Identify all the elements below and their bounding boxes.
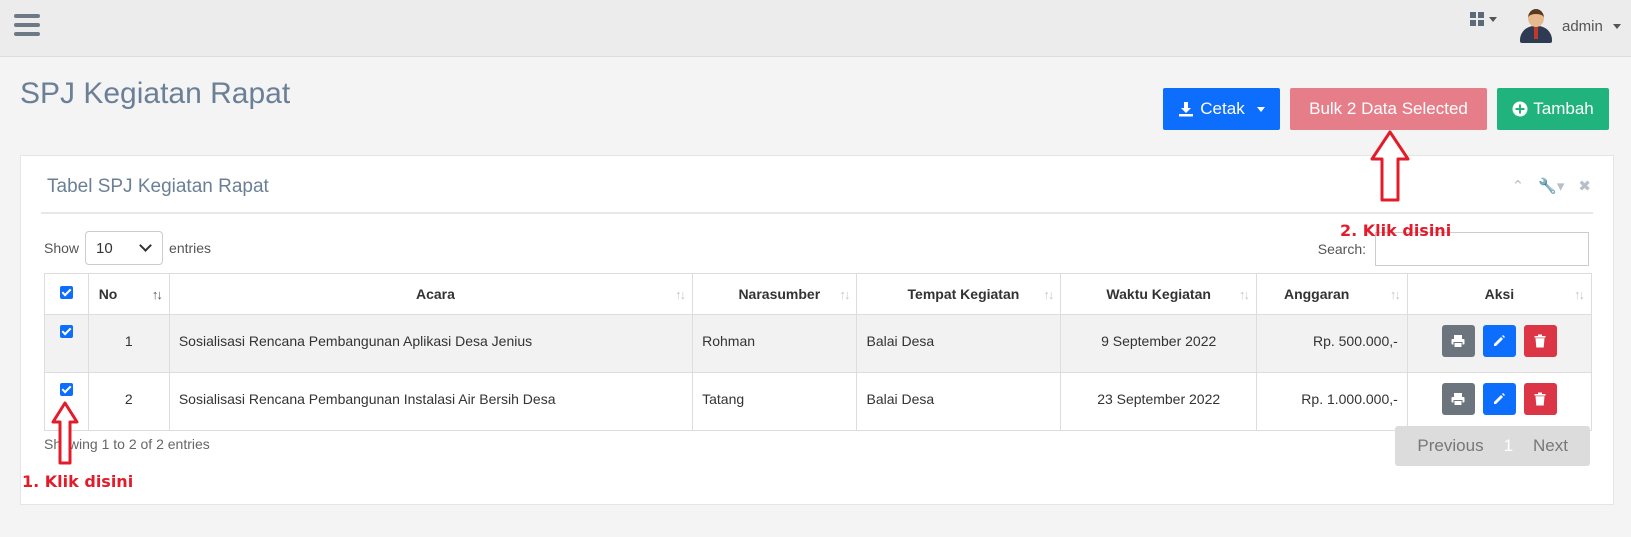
annotation-arrow-1 [51, 401, 79, 465]
trash-icon [1534, 334, 1546, 348]
row-checkbox[interactable] [59, 383, 73, 396]
cell-tempat: Balai Desa [856, 372, 1062, 431]
column-header-narasumber[interactable]: Narasumber ↑↓ [692, 273, 858, 315]
sort-icon: ↑↓ [1238, 287, 1250, 302]
sort-icon: ↑↓ [1389, 287, 1401, 302]
cell-acara: Sosialisasi Rencana Pembangunan Instalas… [168, 372, 694, 431]
tambah-label: Tambah [1533, 99, 1594, 118]
entries-select[interactable]: 10 [85, 231, 164, 265]
column-header-waktu[interactable]: Waktu Kegiatan ↑↓ [1060, 273, 1257, 315]
wrench-icon[interactable]: 🔧▾ [1538, 177, 1564, 195]
sort-icon: ↑↓ [1043, 287, 1054, 302]
cetak-label: Cetak [1200, 99, 1245, 118]
bulk-selected-button[interactable]: Bulk 2 Data Selected [1290, 88, 1487, 130]
print-button[interactable] [1441, 383, 1475, 415]
select-all-header [44, 273, 89, 315]
annotation-arrow-2 [1370, 130, 1410, 202]
row-select-cell [44, 314, 89, 373]
pencil-icon [1494, 335, 1506, 346]
plus-circle-icon [1512, 101, 1528, 117]
cell-acara: Sosialisasi Rencana Pembangunan Aplikasi… [168, 314, 694, 373]
close-icon[interactable]: ✖ [1578, 177, 1591, 195]
cell-narasumber: Tatang [692, 372, 858, 431]
pagination: Previous 1 Next [1395, 426, 1590, 466]
cell-no: 1 [87, 314, 170, 373]
entries-value: 10 [96, 239, 113, 257]
page-1-button[interactable]: 1 [1494, 436, 1523, 456]
cell-no: 2 [87, 372, 170, 431]
panel-tools: ⌃ 🔧▾ ✖ [1512, 177, 1591, 195]
table-row: 1 Sosialisasi Rencana Pembangunan Aplika… [44, 314, 1593, 373]
column-header-no[interactable]: No ↑↓ [87, 273, 170, 315]
print-icon [1451, 393, 1465, 406]
hamburger-icon[interactable] [14, 14, 40, 38]
user-name: admin [1562, 17, 1603, 35]
download-icon [1179, 102, 1194, 117]
table-header-row: No ↑↓ Acara ↑↓ Narasumber ↑↓ Tempat Kegiata… [44, 273, 1593, 315]
column-header-anggaran[interactable]: Anggaran ↑↓ [1255, 273, 1408, 315]
page-title: SPJ Kegiatan Rapat [20, 77, 291, 110]
caret-down-icon [1612, 23, 1621, 29]
entries-length: Show 10 entries [44, 231, 211, 265]
sort-icon: ↑↓ [839, 287, 850, 302]
show-label: Show [44, 240, 80, 256]
delete-button[interactable] [1523, 325, 1557, 357]
data-table: No ↑↓ Acara ↑↓ Narasumber ↑↓ Tempat Kegiata… [44, 273, 1593, 431]
edit-button[interactable] [1482, 325, 1516, 357]
trash-icon [1534, 392, 1546, 406]
cell-actions [1406, 314, 1593, 373]
previous-button[interactable]: Previous [1407, 436, 1493, 456]
select-all-checkbox[interactable] [59, 286, 73, 299]
print-icon [1451, 335, 1465, 348]
caret-down-icon [1256, 106, 1265, 112]
cetak-button[interactable]: Cetak [1163, 88, 1280, 130]
cell-tempat: Balai Desa [856, 314, 1062, 373]
panel-title: Tabel SPJ Kegiatan Rapat [47, 176, 269, 197]
table-panel: Tabel SPJ Kegiatan Rapat ⌃ 🔧▾ ✖ Show 10 … [20, 155, 1614, 505]
caret-down-icon [1489, 16, 1497, 22]
chevron-down-icon [139, 239, 152, 252]
column-header-acara[interactable]: Acara ↑↓ [168, 273, 694, 315]
divider [41, 212, 1593, 214]
annotation-step-1: 1. Klik disini [22, 472, 134, 491]
row-checkbox[interactable] [59, 325, 73, 338]
edit-button[interactable] [1482, 383, 1516, 415]
bulk-label: Bulk 2 Data Selected [1309, 99, 1468, 118]
pencil-icon [1494, 393, 1506, 404]
user-menu[interactable]: admin [1520, 9, 1621, 43]
search-label: Search: [1317, 241, 1366, 257]
avatar [1520, 9, 1552, 43]
apps-menu[interactable] [1470, 12, 1497, 26]
top-navbar: admin [0, 0, 1631, 57]
column-header-tempat[interactable]: Tempat Kegiatan ↑↓ [856, 273, 1062, 315]
sort-icon: ↑↓ [1574, 287, 1585, 302]
collapse-icon[interactable]: ⌃ [1512, 177, 1525, 195]
sort-asc-icon: ↑↓ [151, 287, 163, 302]
table-row: 2 Sosialisasi Rencana Pembangunan Instal… [44, 372, 1593, 431]
annotation-step-2: 2. Klik disini [1340, 221, 1452, 240]
cell-anggaran: Rp. 500.000,- [1255, 314, 1408, 373]
grid-icon [1470, 12, 1484, 26]
cell-anggaran: Rp. 1.000.000,- [1255, 372, 1408, 431]
column-header-aksi[interactable]: Aksi ↑↓ [1406, 273, 1593, 315]
next-button[interactable]: Next [1523, 436, 1578, 456]
sort-icon: ↑↓ [675, 287, 686, 302]
delete-button[interactable] [1523, 383, 1557, 415]
cell-narasumber: Rohman [692, 314, 858, 373]
tambah-button[interactable]: Tambah [1497, 88, 1609, 130]
print-button[interactable] [1441, 325, 1475, 357]
cell-waktu: 23 September 2022 [1060, 372, 1257, 431]
entries-label: entries [169, 240, 212, 256]
cell-waktu: 9 September 2022 [1060, 314, 1257, 373]
cell-actions [1406, 372, 1593, 431]
